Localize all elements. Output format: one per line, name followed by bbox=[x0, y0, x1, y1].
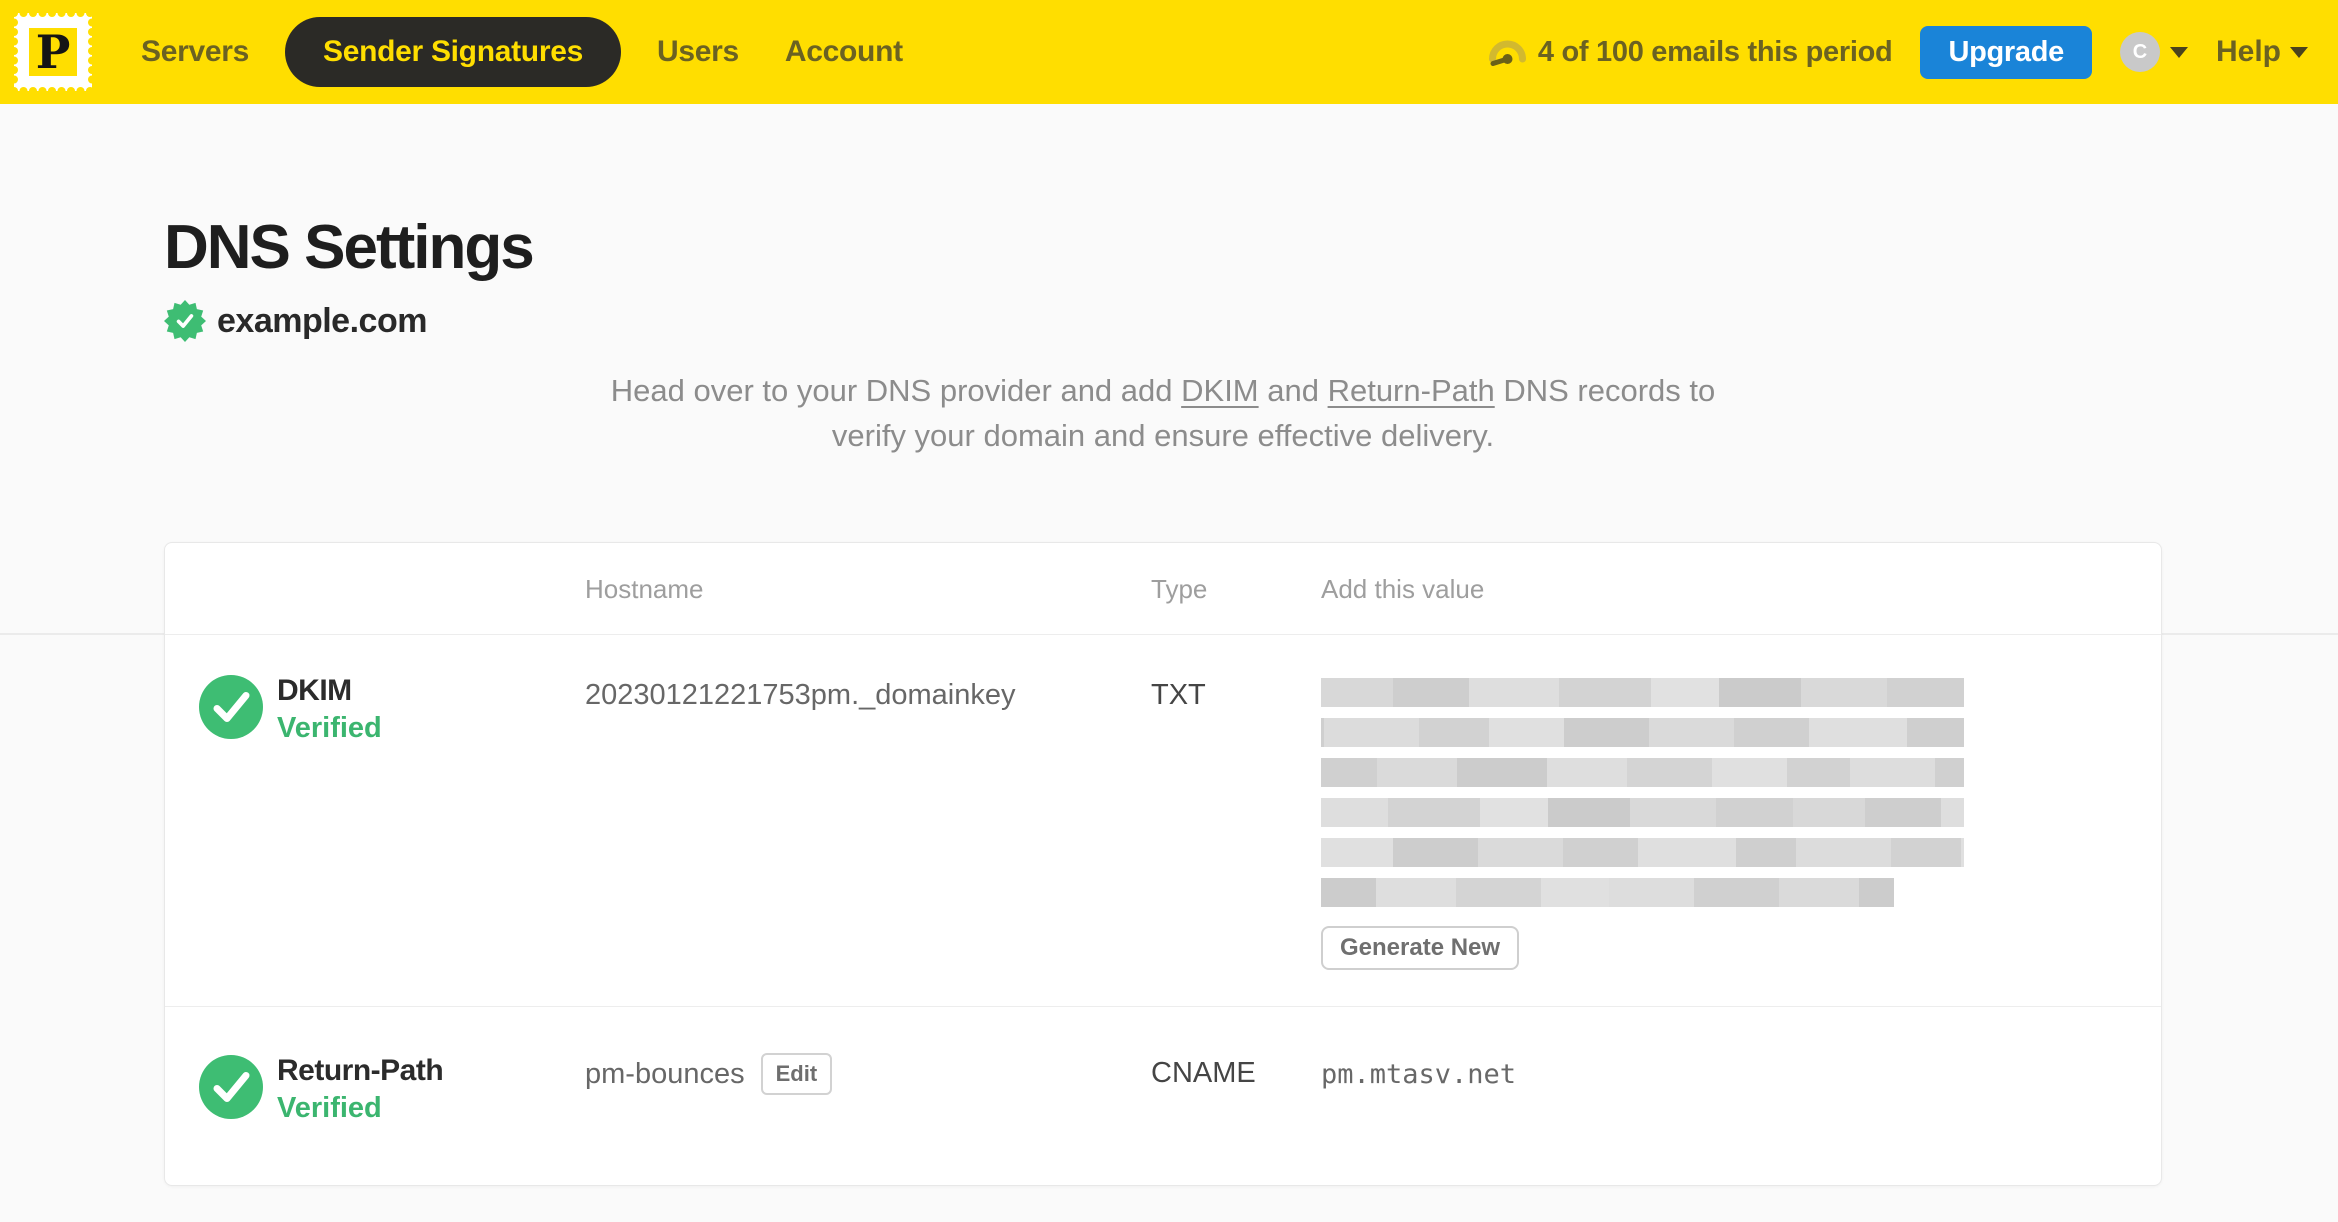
redacted-line bbox=[1321, 678, 1964, 707]
domain-name: example.com bbox=[217, 301, 427, 340]
dkim-link[interactable]: DKIM bbox=[1181, 373, 1259, 408]
navbar-right-cluster: 4 of 100 emails this period Upgrade C He… bbox=[1488, 0, 2308, 104]
column-header-value: Add this value bbox=[1321, 573, 1485, 604]
column-header-type: Type bbox=[1151, 573, 1208, 604]
chevron-down-icon bbox=[2169, 46, 2188, 58]
edit-button[interactable]: Edit bbox=[760, 1053, 833, 1095]
usage-indicator[interactable]: 4 of 100 emails this period bbox=[1488, 36, 1893, 69]
domain-row: example.com bbox=[164, 300, 427, 342]
verified-check-icon bbox=[199, 675, 263, 739]
intro-between: and bbox=[1258, 373, 1328, 408]
return-path-hostname-cell: pm-bounces Edit bbox=[585, 1053, 833, 1095]
postmark-stamp-icon: P bbox=[10, 9, 96, 95]
nav-item-sender-signatures[interactable]: Sender Signatures bbox=[285, 17, 621, 87]
return-path-hostname: pm-bounces bbox=[585, 1057, 745, 1090]
table-row-dkim: DKIM Verified 20230121221753pm._domainke… bbox=[165, 635, 2161, 1007]
main-nav: Servers Sender Signatures Users Account bbox=[118, 0, 926, 104]
table-header: Hostname Type Add this value bbox=[165, 543, 2161, 635]
return-path-type: CNAME bbox=[1151, 1057, 1256, 1089]
dkim-value-cell: Generate New bbox=[1321, 678, 1964, 970]
help-menu[interactable]: Help bbox=[2216, 35, 2308, 69]
intro-before: Head over to your DNS provider and add bbox=[610, 373, 1182, 408]
return-path-link[interactable]: Return-Path bbox=[1328, 373, 1495, 408]
verified-seal-icon bbox=[164, 300, 206, 342]
page-title: DNS Settings bbox=[164, 213, 535, 282]
dkim-status-cell: DKIM Verified bbox=[199, 675, 382, 745]
help-label: Help bbox=[2215, 35, 2281, 68]
table-row-return-path: Return-Path Verified pm-bounces Edit CNA… bbox=[165, 1007, 2161, 1185]
record-name: DKIM bbox=[277, 674, 352, 707]
top-navbar: P Servers Sender Signatures Users Accoun… bbox=[0, 0, 2338, 104]
chevron-down-icon bbox=[2290, 46, 2308, 58]
return-path-value: pm.mtasv.net bbox=[1321, 1059, 1517, 1090]
gauge-icon bbox=[1488, 40, 1526, 66]
logo-letter: P bbox=[36, 25, 71, 79]
dkim-type: TXT bbox=[1151, 679, 1206, 711]
record-status: Verified bbox=[277, 1092, 382, 1124]
dns-records-card: Hostname Type Add this value DKIM Verifi… bbox=[164, 542, 2162, 1186]
account-menu[interactable]: C bbox=[2119, 32, 2188, 72]
return-path-status-cell: Return-Path Verified bbox=[199, 1054, 444, 1125]
nav-item-users[interactable]: Users bbox=[634, 35, 762, 69]
upgrade-button[interactable]: Upgrade bbox=[1920, 25, 2092, 79]
record-name: Return-Path bbox=[277, 1054, 444, 1087]
avatar[interactable]: C bbox=[2119, 32, 2160, 72]
nav-item-servers[interactable]: Servers bbox=[118, 35, 272, 69]
redacted-line bbox=[1321, 758, 1964, 787]
record-status: Verified bbox=[277, 712, 382, 744]
dkim-value-redacted bbox=[1321, 678, 1964, 907]
usage-text: 4 of 100 emails this period bbox=[1537, 35, 1893, 68]
redacted-line bbox=[1321, 718, 1964, 747]
redacted-line bbox=[1321, 878, 1894, 907]
nav-item-account[interactable]: Account bbox=[762, 35, 926, 69]
generate-new-button[interactable]: Generate New bbox=[1321, 926, 1520, 970]
dkim-hostname: 20230121221753pm._domainkey bbox=[585, 679, 1016, 711]
intro-text: Head over to your DNS provider and add D… bbox=[164, 368, 2162, 458]
verified-check-icon bbox=[199, 1055, 263, 1119]
postmark-logo[interactable]: P bbox=[10, 9, 96, 96]
redacted-line bbox=[1321, 798, 1964, 827]
redacted-line bbox=[1321, 838, 1964, 867]
column-header-hostname: Hostname bbox=[585, 573, 704, 604]
